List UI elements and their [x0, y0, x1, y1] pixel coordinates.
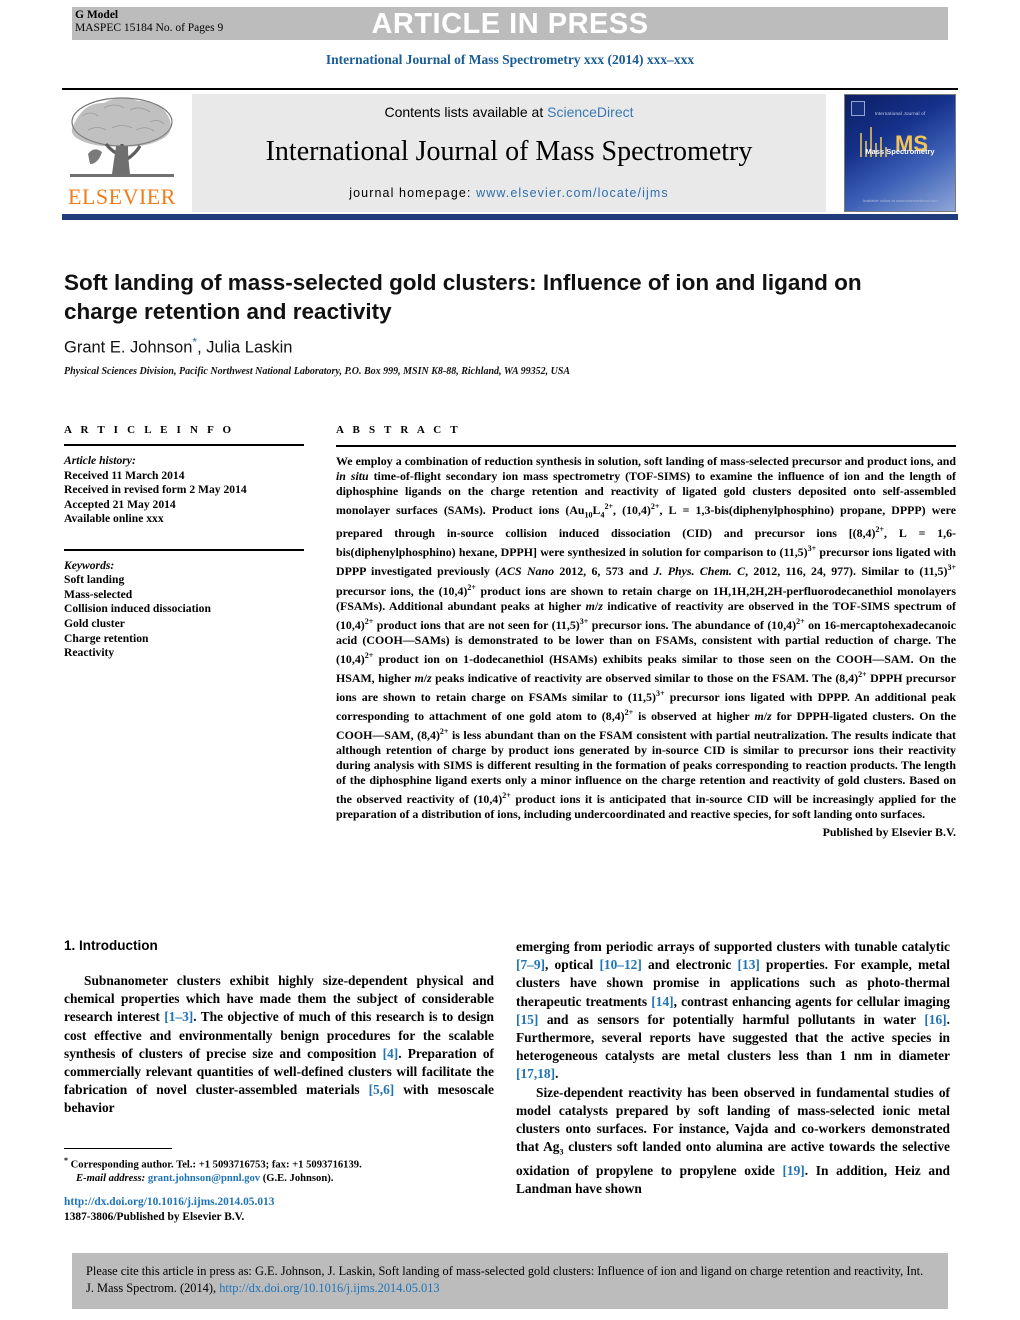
manuscript-id-label: MASPEC 15184 No. of Pages 9	[75, 21, 224, 34]
masthead-bottom-rule	[62, 214, 958, 220]
abstract-paragraph: We employ a combination of reduction syn…	[336, 453, 957, 822]
history-item: Accepted 21 May 2014	[64, 497, 176, 511]
body-left-column: 1. Introduction Subnanometer clusters ex…	[64, 938, 494, 1118]
masthead-top-rule	[62, 88, 958, 90]
cover-top-line: International Journal of	[874, 111, 926, 116]
keyword-item: Mass-selected	[64, 587, 133, 601]
footnote-block: * Corresponding author. Tel.: +1 5093716…	[64, 1148, 494, 1186]
abstract-column: A B S T R A C T We employ a combination …	[336, 424, 956, 840]
history-item: Received in revised form 2 May 2014	[64, 483, 247, 497]
citation-text: Please cite this article in press as: G.…	[86, 1263, 934, 1297]
keyword-item: Reactivity	[64, 646, 115, 660]
elsevier-logo: ELSEVIER	[64, 94, 180, 212]
author-affiliation: Physical Sciences Division, Pacific Nort…	[64, 366, 571, 377]
citation-prefix: Please cite this article in press as: G.…	[86, 1264, 924, 1295]
abstract-body: We employ a combination of reduction syn…	[336, 454, 956, 840]
elsevier-tree-icon	[70, 97, 174, 177]
author-list: Grant E. Johnson*, Julia Laskin	[64, 335, 894, 358]
abstract-rule	[336, 445, 956, 447]
cover-wordmark: Mass Spectrometry	[865, 147, 935, 156]
body-right-column: emerging from periodic arrays of support…	[516, 938, 950, 1199]
corresponding-author-note: * Corresponding author. Tel.: +1 5093716…	[64, 1154, 494, 1185]
citation-doi-link[interactable]: http://dx.doi.org/10.1016/j.ijms.2014.05…	[219, 1281, 439, 1295]
sciencedirect-link[interactable]: ScienceDirect	[547, 104, 633, 120]
journal-masthead: ELSEVIER Contents lists available at Sci…	[62, 88, 958, 220]
corresponding-author-text: Corresponding author. Tel.: +1 509371675…	[70, 1159, 362, 1171]
keyword-item: Collision induced dissociation	[64, 602, 211, 616]
section-heading-introduction: 1. Introduction	[64, 938, 158, 953]
article-info-column: A R T I C L E I N F O Article history: R…	[64, 424, 304, 661]
running-head: International Journal of Mass Spectromet…	[325, 52, 695, 67]
article-history-label: Article history:	[64, 454, 136, 467]
keyword-item: Gold cluster	[64, 616, 125, 630]
article-history-block: Article history: Received 11 March 2014 …	[64, 454, 304, 527]
article-info-rule-top	[64, 444, 304, 446]
journal-homepage-line: journal homepage: www.elsevier.com/locat…	[192, 186, 826, 200]
contents-list-line: Contents lists available at ScienceDirec…	[192, 104, 826, 120]
journal-homepage-link[interactable]: www.elsevier.com/locate/ijms	[476, 186, 669, 200]
intro-paragraph-1: Subnanometer clusters exhibit highly siz…	[64, 973, 494, 1116]
article-info-heading: A R T I C L E I N F O	[64, 424, 235, 436]
page-title: Soft landing of mass-selected gold clust…	[64, 270, 862, 324]
keyword-item: Charge retention	[64, 631, 149, 645]
abstract-heading: A B S T R A C T	[336, 424, 461, 436]
elsevier-wordmark: ELSEVIER	[68, 184, 176, 209]
issn-copyright-line: 1387-3806/Published by Elsevier B.V.	[64, 1210, 245, 1223]
email-link[interactable]: grant.johnson@pnnl.gov	[148, 1173, 260, 1184]
footnote-marker: *	[64, 1156, 68, 1166]
article-info-rule-mid	[64, 548, 304, 551]
cover-spectrum-icon: MS	[860, 127, 928, 157]
author-first: Grant E. Johnson	[64, 338, 193, 357]
cover-foot-line: Available online at www.sciencedirect.co…	[862, 198, 938, 203]
journal-cover-thumbnail: International Journal of MS Mass Spectro…	[844, 94, 956, 212]
sciencedirect-panel: Contents lists available at ScienceDirec…	[192, 94, 826, 212]
journal-title: International Journal of Mass Spectromet…	[265, 136, 753, 167]
email-owner: (G.E. Johnson).	[262, 1173, 334, 1185]
intro-paragraph-2: Size-dependent reactivity has been obser…	[516, 1084, 950, 1197]
footnote-rule	[64, 1148, 172, 1150]
doi-link[interactable]: http://dx.doi.org/10.1016/j.ijms.2014.05…	[64, 1195, 494, 1210]
citation-box: Please cite this article in press as: G.…	[72, 1253, 948, 1309]
intro-paragraph-1-cont: emerging from periodic arrays of support…	[516, 939, 951, 1082]
homepage-label: journal homepage:	[349, 186, 477, 200]
g-model-label: G Model	[75, 9, 119, 21]
contents-prefix: Contents lists available at	[384, 104, 548, 120]
keywords-label: Keywords:	[64, 558, 115, 572]
keywords-block: Keywords: Soft landing Mass-selected Col…	[64, 559, 304, 661]
history-item: Received 11 March 2014	[64, 468, 185, 482]
email-label: E-mail address:	[76, 1173, 146, 1185]
author-rest: , Julia Laskin	[197, 338, 293, 357]
history-item: Available online xxx	[64, 512, 164, 526]
g-model-block: G Model MASPEC 15184 No. of Pages 9	[75, 9, 223, 34]
abstract-publisher-line: Published by Elsevier B.V.	[822, 824, 956, 839]
keyword-item: Soft landing	[64, 573, 125, 587]
doi-block: http://dx.doi.org/10.1016/j.ijms.2014.05…	[64, 1195, 494, 1224]
